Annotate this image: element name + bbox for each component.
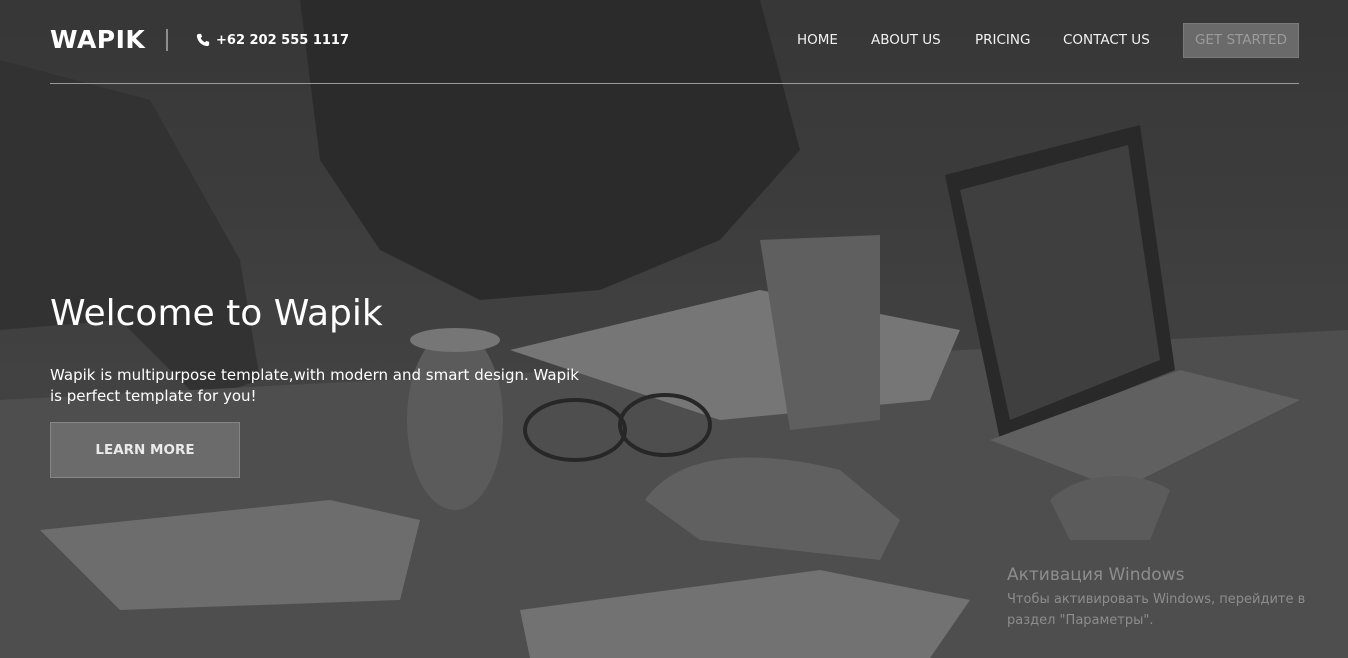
- hero-section: WAPIK +62 202 555 1117 HOME ABOUT US PRI…: [0, 0, 1348, 658]
- nav-contact-us[interactable]: CONTACT US: [1063, 31, 1150, 49]
- phone-number: +62 202 555 1117: [216, 32, 350, 48]
- learn-more-button[interactable]: LEARN MORE: [50, 422, 240, 478]
- get-started-button[interactable]: GET STARTED: [1183, 23, 1299, 58]
- nav-about-us[interactable]: ABOUT US: [871, 31, 941, 49]
- windows-activation-title: Активация Windows: [1007, 565, 1185, 585]
- hero-description: Wapik is multipurpose template,with mode…: [50, 366, 579, 405]
- phone-icon: [196, 33, 210, 47]
- nav-pricing[interactable]: PRICING: [975, 31, 1030, 49]
- header-phone: +62 202 555 1117: [196, 31, 349, 49]
- nav-home[interactable]: HOME: [797, 31, 838, 49]
- logo-divider: [166, 29, 168, 51]
- header-divider: [50, 83, 1299, 84]
- windows-activation-subtitle: Чтобы активировать Windows, перейдите в …: [1007, 592, 1306, 628]
- site-logo[interactable]: WAPIK: [50, 24, 145, 56]
- hero-title: Welcome to Wapik: [50, 293, 383, 334]
